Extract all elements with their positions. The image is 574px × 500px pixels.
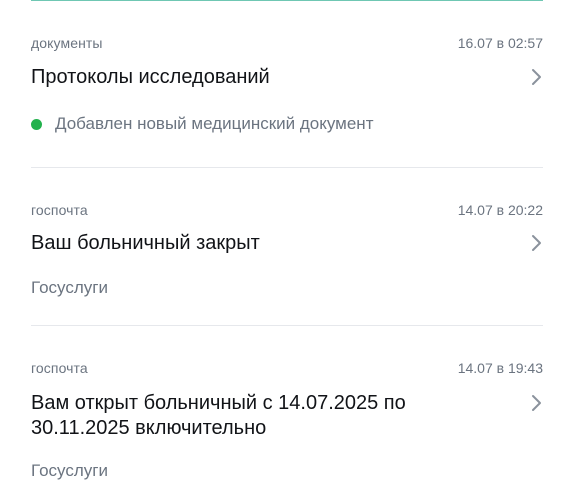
notification-subtitle-text: Госуслуги <box>31 278 108 297</box>
notification-meta: госпочта 14.07 в 20:22 <box>31 202 543 218</box>
chevron-right-icon[interactable] <box>529 392 543 414</box>
notification-category: документы <box>31 35 103 51</box>
notification-title-row: Протоколы исследований <box>31 65 543 90</box>
notification-item[interactable]: госпочта 14.07 в 19:43 Вам открыт больни… <box>31 325 543 481</box>
notification-category: госпочта <box>31 202 88 218</box>
notification-timestamp: 14.07 в 19:43 <box>457 360 543 376</box>
notification-title-row: Ваш больничный закрыт <box>31 231 543 256</box>
notification-timestamp: 16.07 в 02:57 <box>457 35 543 51</box>
notification-subtitle: Госуслуги <box>31 461 543 481</box>
notification-meta: документы 16.07 в 02:57 <box>31 35 543 51</box>
notification-item[interactable]: госпочта 14.07 в 20:22 Ваш больничный за… <box>31 167 543 325</box>
notification-timestamp: 14.07 в 20:22 <box>457 202 543 218</box>
notification-category: госпочта <box>31 360 88 376</box>
notification-meta: госпочта 14.07 в 19:43 <box>31 360 543 376</box>
chevron-right-icon[interactable] <box>529 66 543 88</box>
chevron-right-icon[interactable] <box>529 232 543 254</box>
notification-feed: документы 16.07 в 02:57 Протоколы исслед… <box>31 0 543 481</box>
notification-subtitle-text: Госуслуги <box>31 461 108 480</box>
notification-title: Вам открыт больничный с 14.07.2025 по 30… <box>31 392 406 439</box>
notification-title: Протоколы исследований <box>31 66 270 88</box>
notification-subtitle: Госуслуги <box>31 278 543 298</box>
notification-title-row: Вам открыт больничный с 14.07.2025 по 30… <box>31 391 543 441</box>
notification-subtitle: Добавлен новый медицинский документ <box>31 114 543 134</box>
notification-subtitle-text: Добавлен новый медицинский документ <box>55 114 374 133</box>
notification-item[interactable]: документы 16.07 в 02:57 Протоколы исслед… <box>31 0 543 167</box>
status-dot-icon <box>31 118 42 130</box>
notification-title: Ваш больничный закрыт <box>31 232 260 254</box>
